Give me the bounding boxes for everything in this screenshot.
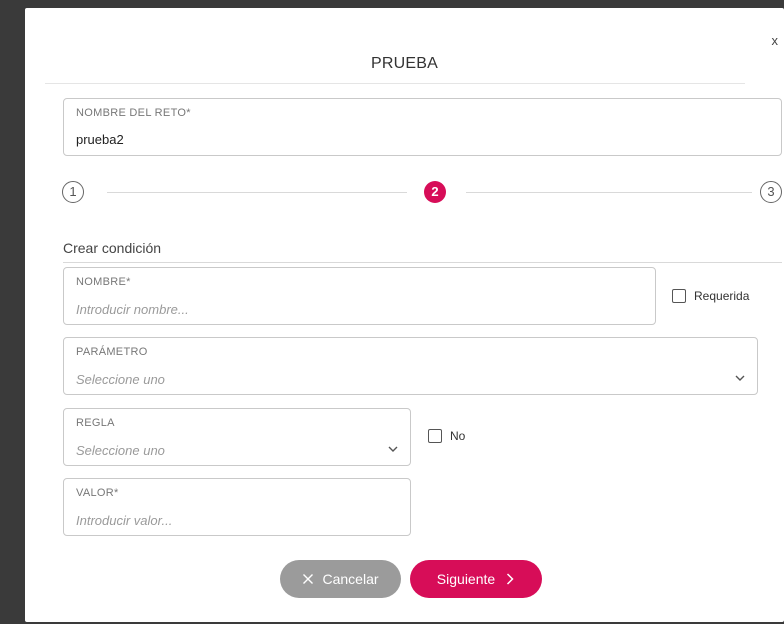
condition-name-label: NOMBRE* — [76, 276, 131, 288]
wizard-stepper: 1 2 3 — [62, 181, 784, 207]
rule-label: REGLA — [76, 417, 115, 429]
parameter-select[interactable]: PARÁMETRO Seleccione uno — [63, 337, 758, 395]
rule-select[interactable]: REGLA Seleccione uno — [63, 408, 411, 466]
step-2-active[interactable]: 2 — [424, 181, 446, 203]
cancel-button-label: Cancelar — [322, 571, 379, 587]
required-checkbox[interactable]: Requerida — [672, 289, 749, 303]
step-connector — [466, 192, 752, 193]
parameter-label: PARÁMETRO — [76, 346, 148, 358]
next-button-label: Siguiente — [436, 571, 496, 587]
close-icon — [303, 574, 314, 584]
required-checkbox-box[interactable] — [672, 289, 686, 303]
chevron-down-icon[interactable] — [386, 442, 400, 456]
challenge-name-value[interactable]: prueba2 — [76, 132, 124, 147]
value-field[interactable]: VALOR* Introducir valor... — [63, 478, 411, 536]
required-label: Requerida — [694, 289, 750, 303]
negate-checkbox[interactable]: No — [428, 429, 465, 443]
create-condition-modal: x PRUEBA NOMBRE DEL RETO* prueba2 1 2 3 … — [25, 8, 784, 622]
value-input[interactable]: Introducir valor... — [76, 513, 172, 528]
modal-title: PRUEBA — [371, 55, 438, 72]
section-divider — [63, 262, 782, 263]
condition-name-field[interactable]: NOMBRE* Introducir nombre... — [63, 267, 656, 325]
challenge-name-field[interactable]: NOMBRE DEL RETO* prueba2 — [63, 98, 782, 156]
section-title: Crear condición — [63, 240, 162, 256]
negate-label: No — [450, 429, 466, 443]
step-3[interactable]: 3 — [760, 181, 782, 203]
value-label: VALOR* — [76, 487, 119, 499]
challenge-name-label: NOMBRE DEL RETO* — [76, 107, 191, 119]
chevron-right-icon — [507, 573, 514, 585]
rule-value: Seleccione uno — [76, 443, 165, 458]
next-button[interactable]: Siguiente — [410, 560, 542, 598]
parameter-value: Seleccione uno — [76, 372, 165, 387]
cancel-button[interactable]: Cancelar — [280, 560, 401, 598]
condition-name-input[interactable]: Introducir nombre... — [76, 302, 189, 317]
chevron-down-icon[interactable] — [733, 371, 747, 385]
negate-checkbox-box[interactable] — [428, 429, 442, 443]
close-icon[interactable]: x — [772, 34, 779, 47]
step-connector — [107, 192, 407, 193]
step-1[interactable]: 1 — [62, 181, 84, 203]
background-divider — [45, 83, 745, 84]
